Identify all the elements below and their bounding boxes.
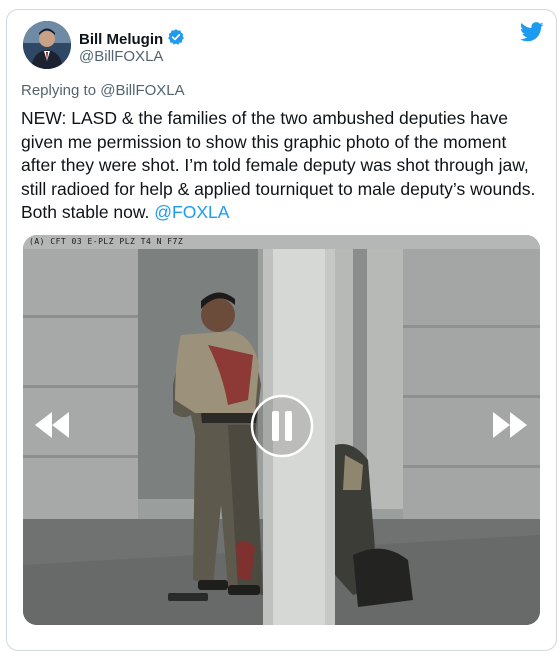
mention-link[interactable]: @FOXLA <box>154 202 229 222</box>
reply-prefix: Replying to <box>21 82 101 99</box>
avatar[interactable] <box>23 21 71 69</box>
fast-forward-icon[interactable] <box>491 410 529 445</box>
reply-to-link[interactable]: @BillFOXLA <box>100 82 184 99</box>
verified-badge-icon <box>167 28 185 51</box>
author-name[interactable]: Bill Melugin <box>79 31 163 48</box>
replying-to: Replying to @BillFOXLA <box>21 82 185 99</box>
tweet-video[interactable]: (A) CFT 03 E-PLZ PLZ T4 N F7Z <box>23 235 540 625</box>
video-timestamp-overlay: (A) CFT 03 E-PLZ PLZ T4 N F7Z <box>29 237 184 246</box>
rewind-icon[interactable] <box>33 410 71 445</box>
pause-icon[interactable] <box>250 394 314 463</box>
tweet-body: NEW: LASD & the families of the two ambu… <box>21 108 536 222</box>
twitter-bird-icon[interactable] <box>519 22 544 47</box>
tweet-text: NEW: LASD & the families of the two ambu… <box>21 107 541 225</box>
tweet-card[interactable]: Bill Melugin @BillFOXLA Replying to @Bil… <box>6 9 557 651</box>
author-handle[interactable]: @BillFOXLA <box>79 48 163 65</box>
